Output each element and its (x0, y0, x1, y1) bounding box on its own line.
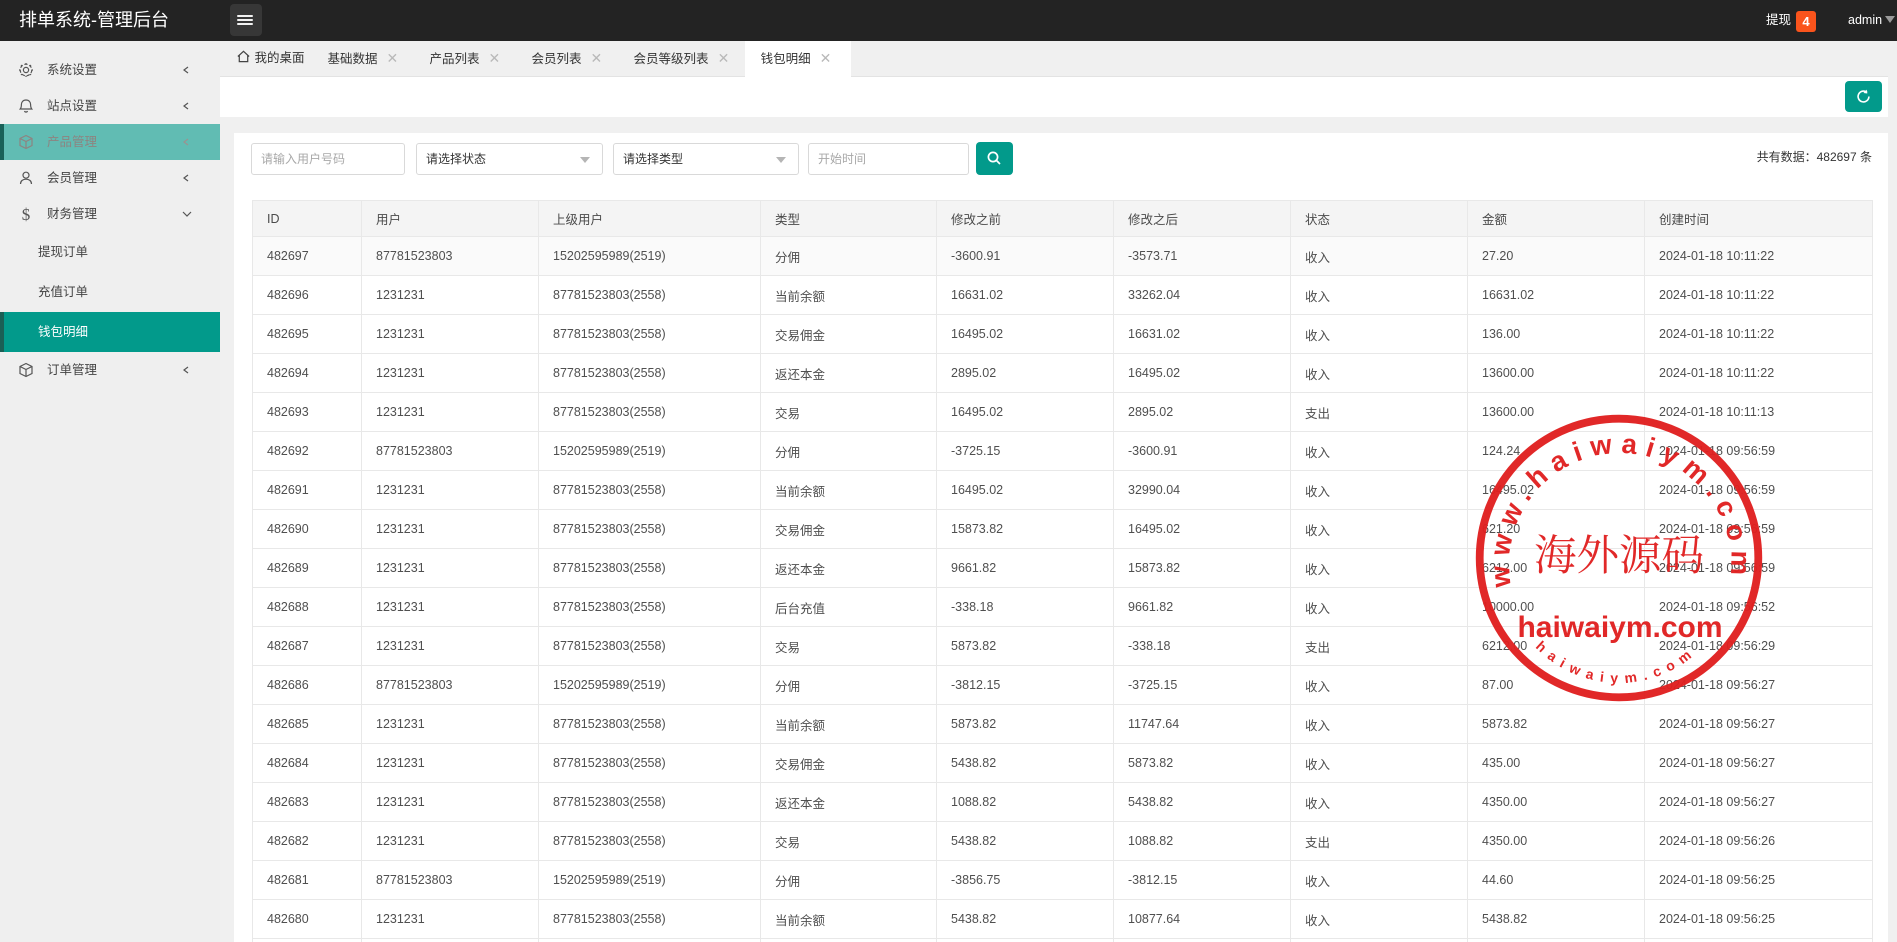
svg-text:$: $ (22, 206, 31, 222)
